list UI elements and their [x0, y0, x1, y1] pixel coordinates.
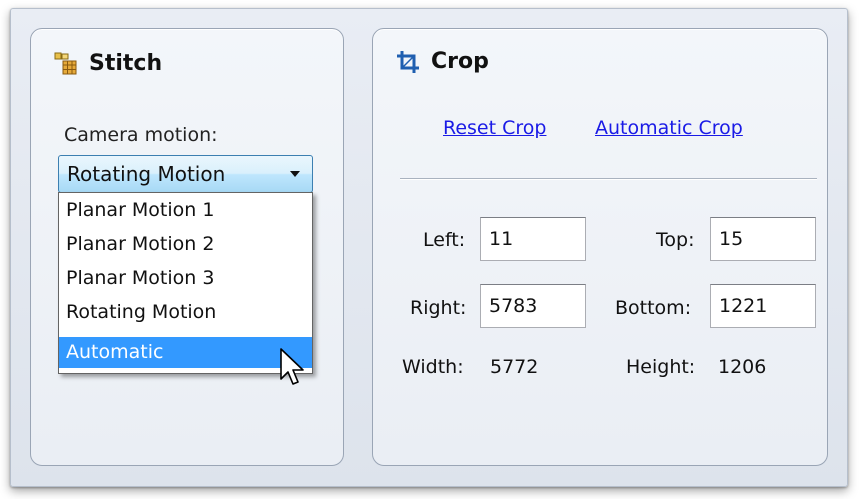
- divider: [400, 178, 817, 180]
- camera-motion-dropdown: Planar Motion 1 Planar Motion 2 Planar M…: [58, 192, 313, 374]
- option-planar-motion-2[interactable]: Planar Motion 2: [59, 229, 312, 260]
- stitch-icon: [54, 52, 77, 74]
- chevron-down-icon[interactable]: [290, 171, 300, 177]
- stitch-panel: Stitch Camera motion: Rotating Motion Pl…: [30, 28, 344, 466]
- camera-motion-select[interactable]: Rotating Motion: [58, 155, 313, 193]
- height-value: 1206: [718, 356, 767, 378]
- option-automatic[interactable]: Automatic: [59, 337, 312, 368]
- right-label: Right:: [410, 297, 467, 319]
- camera-motion-selected: Rotating Motion: [67, 162, 226, 186]
- crop-header: Crop: [396, 49, 489, 74]
- automatic-crop-link[interactable]: Automatic Crop: [595, 117, 743, 139]
- option-rotating-motion[interactable]: Rotating Motion: [59, 297, 312, 328]
- top-input[interactable]: [710, 217, 816, 261]
- bottom-input[interactable]: [710, 284, 816, 328]
- stitch-header: Stitch: [54, 51, 162, 76]
- crop-icon: [397, 50, 419, 73]
- option-planar-motion-1[interactable]: Planar Motion 1: [59, 195, 312, 226]
- crop-panel: Crop Reset Crop Automatic Crop Left: Top…: [372, 28, 828, 466]
- window-frame: Stitch Camera motion: Rotating Motion Pl…: [10, 8, 848, 487]
- height-label: Height:: [626, 356, 696, 378]
- left-label: Left:: [423, 229, 466, 251]
- width-value: 5772: [490, 356, 539, 378]
- bottom-label: Bottom:: [615, 297, 692, 319]
- top-label: Top:: [656, 229, 695, 251]
- mouse-cursor-icon: [280, 348, 304, 385]
- crop-title: Crop: [431, 49, 489, 74]
- option-planar-motion-3[interactable]: Planar Motion 3: [59, 263, 312, 294]
- left-input[interactable]: [480, 217, 586, 261]
- reset-crop-link[interactable]: Reset Crop: [443, 117, 546, 139]
- right-input[interactable]: [480, 284, 586, 328]
- camera-motion-label: Camera motion:: [64, 124, 218, 146]
- stitch-title: Stitch: [89, 51, 163, 76]
- width-label: Width:: [402, 356, 464, 378]
